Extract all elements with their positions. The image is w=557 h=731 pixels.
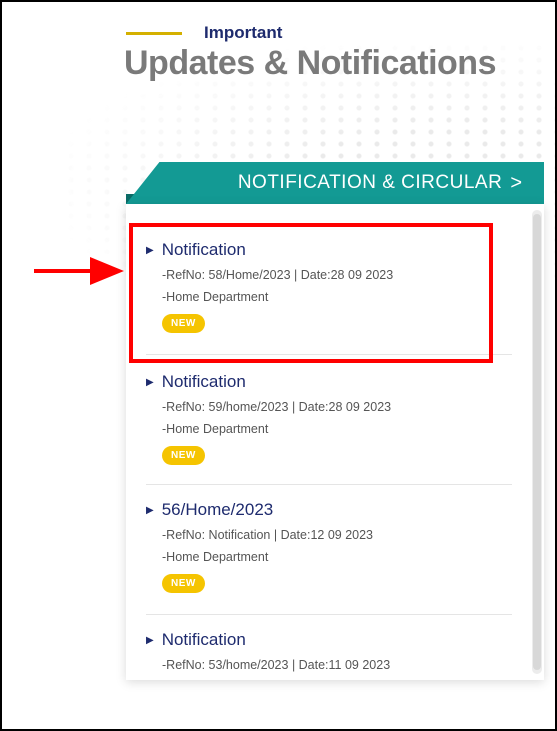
annotation-highlight-box bbox=[129, 223, 493, 363]
new-badge: NEW bbox=[162, 446, 205, 465]
notification-circular-tab[interactable]: NOTIFICATION & CIRCULAR > bbox=[126, 162, 544, 204]
new-badge: NEW bbox=[162, 574, 205, 593]
section-title: Updates & Notifications bbox=[124, 44, 496, 82]
list-item[interactable]: ▶ 56/Home/2023 -RefNo: Notification | Dat… bbox=[146, 500, 512, 593]
list-item[interactable]: ▶ Notification -RefNo: 59/home/2023 | Dat… bbox=[146, 372, 512, 465]
item-title[interactable]: Notification bbox=[162, 630, 246, 650]
eyebrow-line bbox=[126, 31, 182, 35]
caret-right-icon: ▶ bbox=[146, 634, 154, 646]
eyebrow-label: Important bbox=[204, 23, 283, 42]
divider bbox=[146, 614, 512, 615]
scrollbar-thumb[interactable] bbox=[533, 214, 541, 670]
scrollbar[interactable] bbox=[532, 210, 542, 674]
caret-right-icon: ▶ bbox=[146, 504, 154, 516]
tab-label: NOTIFICATION & CIRCULAR bbox=[237, 172, 503, 193]
item-ref: -RefNo: 53/home/2023 | Date:11 09 2023 bbox=[162, 658, 391, 672]
list-item[interactable]: ▶ Notification -RefNo: 53/home/2023 | Dat… bbox=[146, 630, 512, 672]
item-title[interactable]: 56/Home/2023 bbox=[162, 500, 274, 520]
divider bbox=[146, 484, 512, 485]
caret-right-icon: ▶ bbox=[146, 376, 154, 388]
eyebrow: Important bbox=[126, 23, 283, 42]
page-frame: Important Updates & Notifications NOTIFI… bbox=[0, 0, 557, 731]
item-title[interactable]: Notification bbox=[162, 372, 246, 392]
item-ref: -RefNo: Notification | Date:12 09 2023 bbox=[162, 528, 374, 542]
item-ref: -RefNo: 59/home/2023 | Date:28 09 2023 bbox=[162, 400, 392, 414]
red-arrow-icon bbox=[34, 257, 124, 285]
item-dept: -Home Department bbox=[162, 422, 269, 436]
chevron-right-icon: > bbox=[510, 171, 522, 194]
item-dept: -Home Department bbox=[162, 550, 269, 564]
